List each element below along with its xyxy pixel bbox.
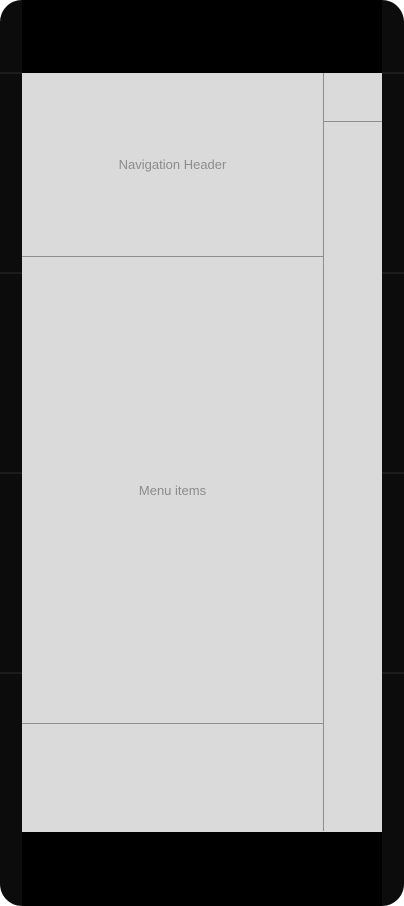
- navigation-header-label: Navigation Header: [118, 157, 227, 172]
- menu-items-label: Menu items: [138, 482, 207, 498]
- menu-items-area[interactable]: Menu items: [22, 257, 323, 724]
- navigation-bar: [22, 832, 382, 906]
- device-frame: Navigation Header Menu items: [0, 0, 404, 906]
- main-content-behind-drawer[interactable]: [324, 73, 382, 832]
- app-screen: Navigation Header Menu items: [22, 73, 382, 832]
- app-bar-divider: [324, 121, 382, 122]
- navigation-drawer: Navigation Header Menu items: [22, 73, 324, 831]
- status-bar: [22, 0, 382, 73]
- navigation-header: Navigation Header: [22, 73, 323, 257]
- drawer-footer: [22, 724, 323, 832]
